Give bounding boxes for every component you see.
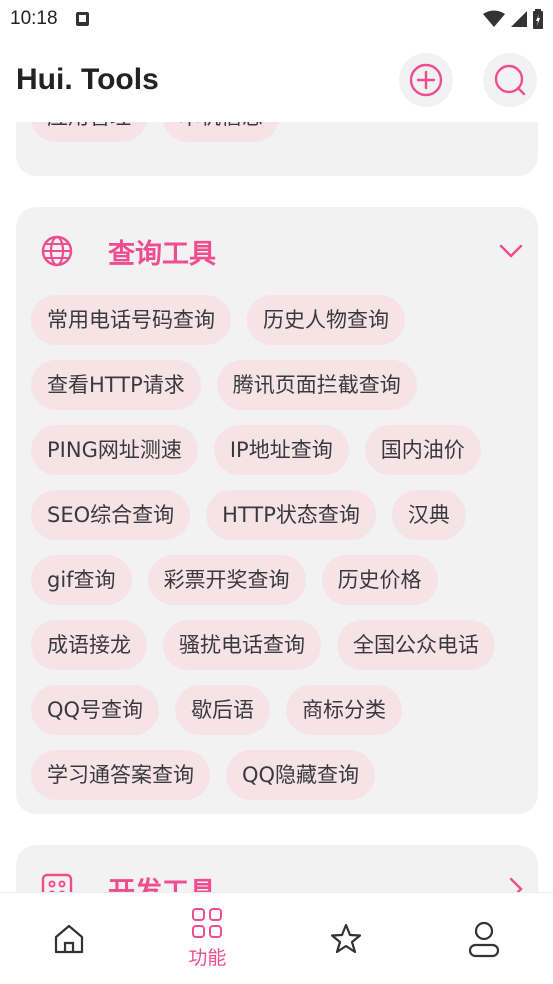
notification-icon [75, 12, 89, 26]
main-scroll[interactable]: 应用管理 本机信息 查询工具 常用电话号码查询 历史人物查询 查看HTTP请求 … [0, 122, 553, 892]
battery-icon [533, 9, 543, 29]
chip-idiom-chain[interactable]: 成语接龙 [31, 620, 147, 670]
home-icon [55, 924, 84, 953]
apps-icon [192, 908, 223, 938]
query-tools-chips: 常用电话号码查询 历史人物查询 查看HTTP请求 腾讯页面拦截查询 PING网址… [16, 295, 538, 800]
user-icon [468, 921, 499, 957]
chip-xuexitong-answers[interactable]: 学习通答案查询 [31, 750, 210, 800]
chip-device-info[interactable]: 本机信息 [163, 122, 279, 142]
chip-dictionary[interactable]: 汉典 [391, 490, 466, 540]
star-icon [330, 923, 361, 953]
chip-public-phones[interactable]: 全国公众电话 [337, 620, 495, 670]
add-button[interactable] [399, 53, 453, 107]
chip-gif-query[interactable]: gif查询 [31, 555, 132, 605]
chip-xiehouyu[interactable]: 歇后语 [175, 685, 271, 735]
chip-qq-number[interactable]: QQ号查询 [31, 685, 160, 735]
chip-app-management[interactable]: 应用管理 [31, 122, 147, 142]
chip-qq-hidden[interactable]: QQ隐藏查询 [226, 750, 376, 800]
bottom-nav: 功能 [0, 892, 553, 984]
chip-oil-price[interactable]: 国内油价 [364, 425, 481, 475]
app-title: Hui. Tools [16, 63, 159, 96]
chip-price-history[interactable]: 历史价格 [321, 555, 438, 605]
status-time: 10:18 [10, 8, 58, 29]
dev-tools-card: 开发工具 [16, 845, 538, 892]
nav-functions[interactable]: 功能 [138, 893, 276, 984]
chip-tencent-block-check[interactable]: 腾讯页面拦截查询 [216, 360, 417, 410]
chip-common-phone-numbers[interactable]: 常用电话号码查询 [31, 295, 231, 345]
chevron-down-icon[interactable] [499, 244, 523, 258]
chip-historical-figures[interactable]: 历史人物查询 [247, 295, 405, 345]
status-bar: 10:18 [0, 0, 553, 38]
calculator-icon [41, 873, 73, 892]
query-tools-header[interactable]: 查询工具 [16, 207, 538, 295]
chip-lottery-results[interactable]: 彩票开奖查询 [147, 555, 306, 605]
query-tools-title: 查询工具 [108, 238, 216, 270]
chevron-right-icon[interactable] [509, 877, 523, 892]
search-button[interactable] [483, 53, 537, 107]
chip-ip-lookup[interactable]: IP地址查询 [213, 425, 349, 475]
add-circle-icon [409, 63, 443, 97]
chip-http-request[interactable]: 查看HTTP请求 [31, 360, 201, 410]
wifi-icon [483, 10, 505, 27]
query-tools-card: 查询工具 常用电话号码查询 历史人物查询 查看HTTP请求 腾讯页面拦截查询 P… [16, 207, 538, 814]
chip-http-status[interactable]: HTTP状态查询 [206, 490, 376, 540]
dev-tools-title: 开发工具 [108, 876, 216, 893]
chip-trademark-class[interactable]: 商标分类 [286, 685, 403, 735]
chip-spam-call-check[interactable]: 骚扰电话查询 [163, 620, 321, 670]
nav-functions-label: 功能 [188, 947, 227, 969]
nav-home[interactable] [0, 893, 138, 984]
nav-favorites[interactable] [277, 893, 415, 984]
top-tools-card: 应用管理 本机信息 [16, 122, 538, 176]
chip-ping-speed[interactable]: PING网址测速 [31, 425, 198, 475]
chip-seo-query[interactable]: SEO综合查询 [31, 490, 191, 540]
dev-tools-header[interactable]: 开发工具 [16, 845, 538, 892]
app-header: Hui. Tools [0, 38, 553, 122]
signal-icon [511, 11, 527, 27]
status-icons [483, 9, 543, 29]
nav-profile[interactable] [415, 893, 553, 984]
search-icon [494, 64, 526, 96]
globe-icon [41, 235, 73, 267]
